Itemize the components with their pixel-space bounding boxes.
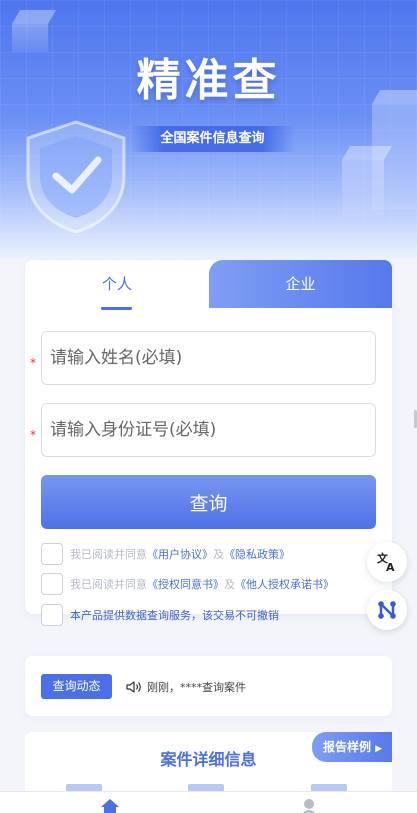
agreement-row-user: 我已阅读并同意 《用户协议》 及 《隐私政策》: [41, 543, 290, 565]
app-subtitle: 全国案件信息查询: [130, 126, 295, 152]
query-form-card: 个人 企业 * * 查询 我已阅读并同意 《用户协议》 及 《隐私政策》 我已阅…: [25, 260, 392, 626]
active-tab-indicator: [101, 307, 132, 310]
activity-badge: 查询动态: [41, 674, 112, 699]
query-activity-card: 查询动态 刚刚，****查询案件: [25, 656, 392, 716]
agreement-checkbox[interactable]: [41, 543, 63, 565]
translate-icon: 文 A: [377, 551, 395, 573]
query-button[interactable]: 查询: [41, 475, 376, 529]
activity-message: 刚刚，****查询案件: [147, 681, 246, 694]
third-party-authorization-link[interactable]: 《他人授权承诺书》: [235, 576, 334, 592]
user-icon[interactable]: [301, 798, 317, 813]
user-agreement-link[interactable]: 《用户协议》: [147, 546, 213, 562]
caret-right-icon: ▶: [375, 744, 383, 754]
tab-individual-label: 个人: [101, 275, 132, 293]
report-sample-label: 报告样例: [323, 740, 372, 754]
translate-button[interactable]: 文 A: [367, 542, 407, 582]
id-number-input[interactable]: [41, 403, 376, 457]
agreement-checkbox[interactable]: [41, 573, 63, 595]
activity-ticker: 刚刚，****查询案件: [125, 676, 246, 698]
hero-banner: 精准查 全国案件信息查询: [0, 0, 417, 260]
name-input[interactable]: [41, 331, 376, 385]
agreement-conj: 及: [213, 548, 224, 561]
privacy-policy-link[interactable]: 《隐私政策》: [224, 546, 290, 562]
authorization-consent-link[interactable]: 《授权同意书》: [147, 576, 224, 592]
home-icon[interactable]: [100, 798, 120, 813]
share-node-icon: [378, 601, 396, 619]
decor-cube: [372, 90, 417, 210]
agreement-row-irrevocable: 本产品提供数据查询服务，该交易不可撤销: [41, 604, 279, 626]
agreement-conj: 及: [224, 578, 235, 591]
speaker-icon: [126, 681, 141, 693]
tab-company[interactable]: 企业: [209, 260, 392, 308]
query-type-tabs: 个人 企业: [25, 260, 392, 310]
agreement-checkbox[interactable]: [41, 604, 63, 626]
shield-check-icon: [26, 120, 126, 234]
agreement-prefix: 我已阅读并同意: [70, 548, 147, 561]
agreement-row-authorization: 我已阅读并同意 《授权同意书》 及 《他人授权承诺书》: [41, 573, 334, 595]
tab-individual[interactable]: 个人: [25, 260, 209, 310]
share-button[interactable]: [367, 590, 407, 630]
app-title: 精准查: [136, 55, 281, 106]
report-sample-button[interactable]: 报告样例 ▶: [312, 732, 392, 762]
bottom-nav: [0, 791, 417, 813]
irrevocable-notice: 本产品提供数据查询服务，该交易不可撤销: [70, 609, 279, 622]
required-mark: *: [30, 428, 36, 442]
tab-company-label: 企业: [285, 275, 316, 293]
svg-text:A: A: [386, 561, 395, 573]
required-mark: *: [30, 356, 36, 370]
agreement-prefix: 我已阅读并同意: [70, 578, 147, 591]
